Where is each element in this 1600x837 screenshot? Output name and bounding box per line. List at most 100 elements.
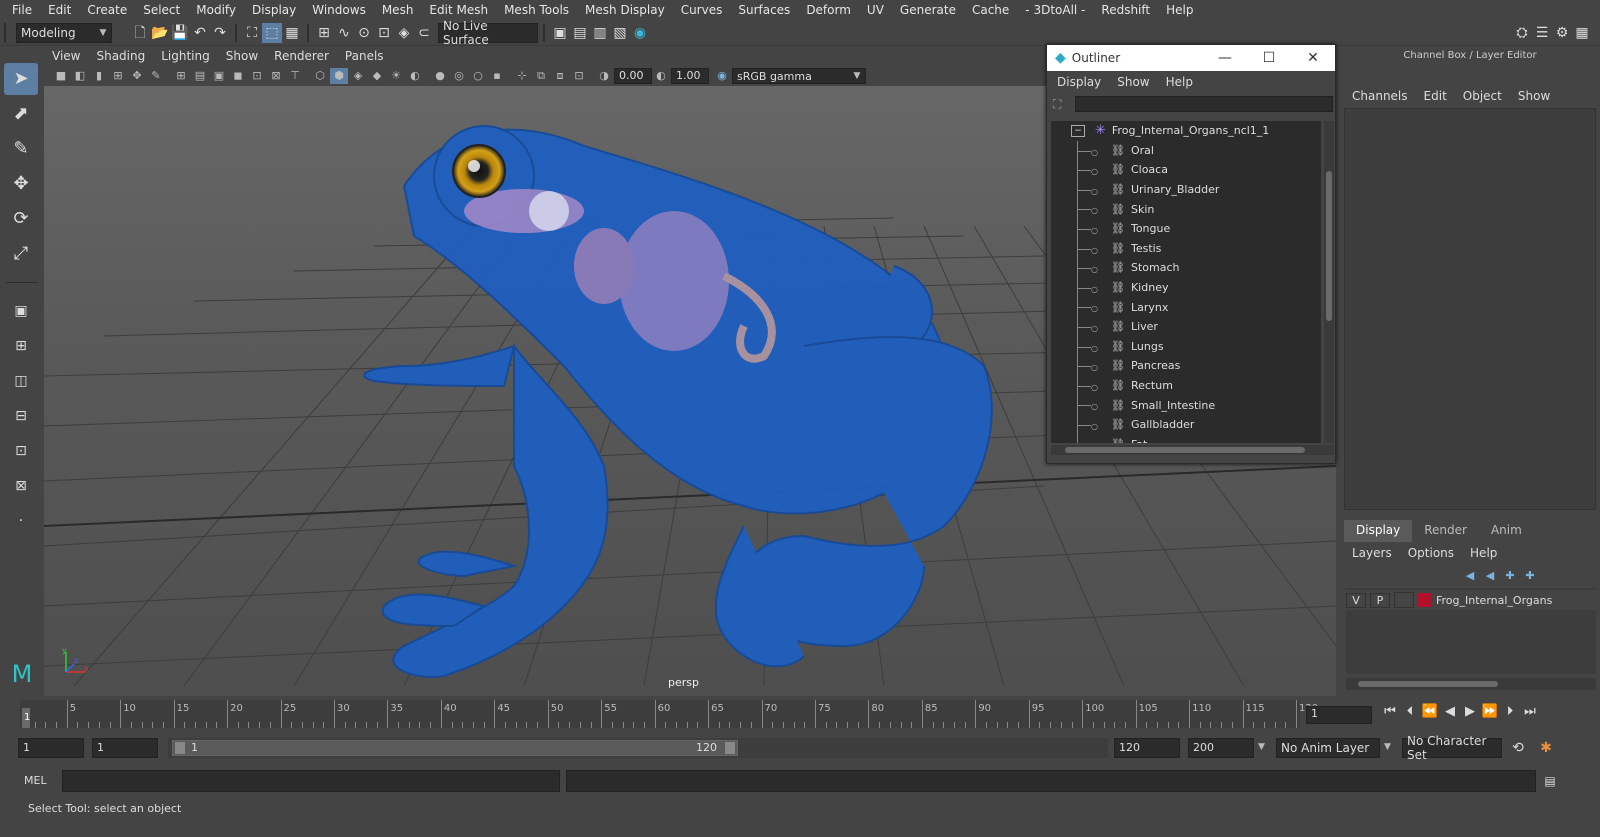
step-forward-frame-icon[interactable]: ⏵	[1500, 704, 1520, 719]
new-layer-from-selected-icon[interactable]: ✚	[1520, 566, 1540, 586]
tool-settings-icon[interactable]: ⚙	[1552, 23, 1572, 43]
viewport-menu-shading[interactable]: Shading	[88, 49, 153, 63]
menu-item-create[interactable]: Create	[79, 3, 135, 17]
exposure-field[interactable]: 0.00	[614, 68, 652, 84]
snap-grid-icon[interactable]: ⊞	[314, 23, 334, 43]
wireframe-on-shaded-icon[interactable]: ◈	[349, 68, 367, 84]
select-hierarchy-icon[interactable]: ⛶	[242, 23, 262, 43]
magnet-icon[interactable]: ⊂	[414, 23, 434, 43]
gate-mask-icon[interactable]: ◼	[229, 68, 247, 84]
motion-blur-icon[interactable]: ◎	[450, 68, 468, 84]
snap-view-icon[interactable]: ⊡	[374, 23, 394, 43]
menu-item-3dtoall[interactable]: - 3DtoAll -	[1017, 3, 1093, 17]
viewport-menu-panels[interactable]: Panels	[337, 49, 392, 63]
mode-dropdown[interactable]: Modeling ▼	[16, 23, 112, 43]
command-input[interactable]	[62, 770, 560, 792]
persp-uv-layout-icon[interactable]: ⊠	[4, 470, 38, 502]
layer-menu-options[interactable]: Options	[1400, 546, 1462, 560]
color-space-dropdown[interactable]: sRGB gamma ▼	[732, 68, 866, 84]
move-layer-up-icon[interactable]: ◀	[1460, 566, 1480, 586]
animation-start-field[interactable]: 1	[18, 738, 84, 758]
menu-item-curves[interactable]: Curves	[673, 3, 731, 17]
range-track[interactable]: 1 120	[168, 738, 1108, 758]
list-item[interactable]: ○ ⛓ Cloaca	[1051, 160, 1321, 181]
select-object-icon[interactable]: ⬚	[262, 23, 282, 43]
expand-dot-icon[interactable]: ○	[1091, 285, 1098, 294]
ipr-render-icon[interactable]: ▥	[590, 23, 610, 43]
go-to-end-icon[interactable]: ⏭	[1520, 704, 1540, 719]
tab-render[interactable]: Render	[1412, 520, 1479, 542]
lasso-tool-icon[interactable]: ⬈	[4, 98, 38, 130]
menu-item-windows[interactable]: Windows	[304, 3, 374, 17]
collapse-icon[interactable]: −	[1071, 124, 1085, 137]
new-layer-icon[interactable]: ✚	[1500, 566, 1520, 586]
xray-joints-icon[interactable]: ⧈	[551, 68, 569, 84]
anim-layer-dropdown[interactable]: No Anim Layer	[1276, 738, 1380, 758]
wireframe-icon[interactable]: ⬡	[311, 68, 329, 84]
safe-action-icon[interactable]: ⊠	[267, 68, 285, 84]
undo-icon[interactable]: ↶	[190, 23, 210, 43]
resolution-gate-icon[interactable]: ▣	[210, 68, 228, 84]
expand-dot-icon[interactable]: ○	[1091, 324, 1098, 333]
current-frame-field[interactable]: 1	[1306, 706, 1372, 724]
layer-playback-toggle[interactable]: P	[1370, 592, 1390, 608]
tab-display[interactable]: Display	[1344, 520, 1413, 542]
field-chart-icon[interactable]: ⊡	[248, 68, 266, 84]
list-item[interactable]: ○ ⛓ Testis	[1051, 238, 1321, 259]
outliner-root-item[interactable]: − ✳ Frog_Internal_Organs_ncl1_1	[1051, 121, 1321, 141]
outliner-vscroll-thumb[interactable]	[1326, 171, 1332, 321]
expand-dot-icon[interactable]: ○	[1091, 383, 1098, 392]
scale-tool-icon[interactable]: ⤢	[4, 238, 38, 270]
rotate-tool-icon[interactable]: ⟳	[4, 203, 38, 235]
character-set-dropdown[interactable]: No Character Set	[1402, 734, 1502, 762]
viewport-menu-show[interactable]: Show	[218, 49, 266, 63]
modeling-toolkit-icon[interactable]: ⛭	[1512, 23, 1532, 43]
image-plane-icon[interactable]: ⊞	[109, 68, 127, 84]
viewport-menu-view[interactable]: View	[44, 49, 88, 63]
list-item[interactable]: ○ ⛓ Liver	[1051, 316, 1321, 337]
render-settings-icon[interactable]: ▧	[610, 23, 630, 43]
textured-icon[interactable]: ◆	[368, 68, 386, 84]
filter-icon[interactable]: ⛶	[1053, 97, 1075, 112]
ambient-occlusion-icon[interactable]: ●	[431, 68, 449, 84]
use-all-lights-icon[interactable]: ☀	[387, 68, 405, 84]
channel-menu-show[interactable]: Show	[1510, 89, 1558, 103]
anti-aliasing-icon[interactable]: ○	[469, 68, 487, 84]
play-backwards-icon[interactable]: ◀	[1440, 704, 1460, 719]
expand-dot-icon[interactable]: ○	[1091, 442, 1098, 444]
step-forward-key-icon[interactable]: ⏩	[1480, 704, 1500, 719]
tab-anim[interactable]: Anim	[1479, 520, 1534, 542]
grease-pencil-icon[interactable]: ✎	[147, 68, 165, 84]
layer-type-toggle[interactable]	[1394, 592, 1414, 608]
list-item[interactable]: ○ ⛓ Pancreas	[1051, 356, 1321, 377]
outliner-menu-show[interactable]: Show	[1109, 75, 1157, 89]
bookmark-icon[interactable]: ▮	[90, 68, 108, 84]
viewport-menu-renderer[interactable]: Renderer	[266, 49, 337, 63]
snap-curve-icon[interactable]: ∿	[334, 23, 354, 43]
list-item[interactable]: ○ ⛓ Tongue	[1051, 218, 1321, 239]
new-scene-icon[interactable]: 🗋	[130, 23, 150, 43]
list-item[interactable]: ○ ⛓ Urinary_Bladder	[1051, 179, 1321, 200]
auto-key-icon[interactable]: ⟲	[1508, 738, 1528, 758]
xray-components-icon[interactable]: ⊡	[570, 68, 588, 84]
range-end-handle[interactable]	[725, 742, 735, 754]
save-scene-icon[interactable]: 💾	[170, 23, 190, 43]
xray-icon[interactable]: ⧉	[532, 68, 550, 84]
snap-point-icon[interactable]: ⊙	[354, 23, 374, 43]
menu-item-redshift[interactable]: Redshift	[1093, 3, 1158, 17]
select-camera-icon[interactable]: ■	[52, 68, 70, 84]
outliner-menu-help[interactable]: Help	[1158, 75, 1201, 89]
exposure-icon[interactable]: ◑	[595, 68, 613, 84]
playback-end-field[interactable]: 120	[1114, 738, 1180, 758]
expand-dot-icon[interactable]: ○	[1091, 265, 1098, 274]
render-view-icon[interactable]: ▣	[550, 23, 570, 43]
redo-icon[interactable]: ↷	[210, 23, 230, 43]
menu-item-surfaces[interactable]: Surfaces	[730, 3, 798, 17]
menu-item-uv[interactable]: UV	[859, 3, 892, 17]
outliner-hscrollbar[interactable]	[1051, 445, 1334, 455]
film-gate-icon[interactable]: ▤	[191, 68, 209, 84]
menu-item-cache[interactable]: Cache	[964, 3, 1017, 17]
four-view-layout-icon[interactable]: ⊞	[4, 330, 38, 362]
animation-end-field[interactable]: 200	[1188, 738, 1254, 758]
expand-dot-icon[interactable]: ○	[1091, 304, 1098, 313]
